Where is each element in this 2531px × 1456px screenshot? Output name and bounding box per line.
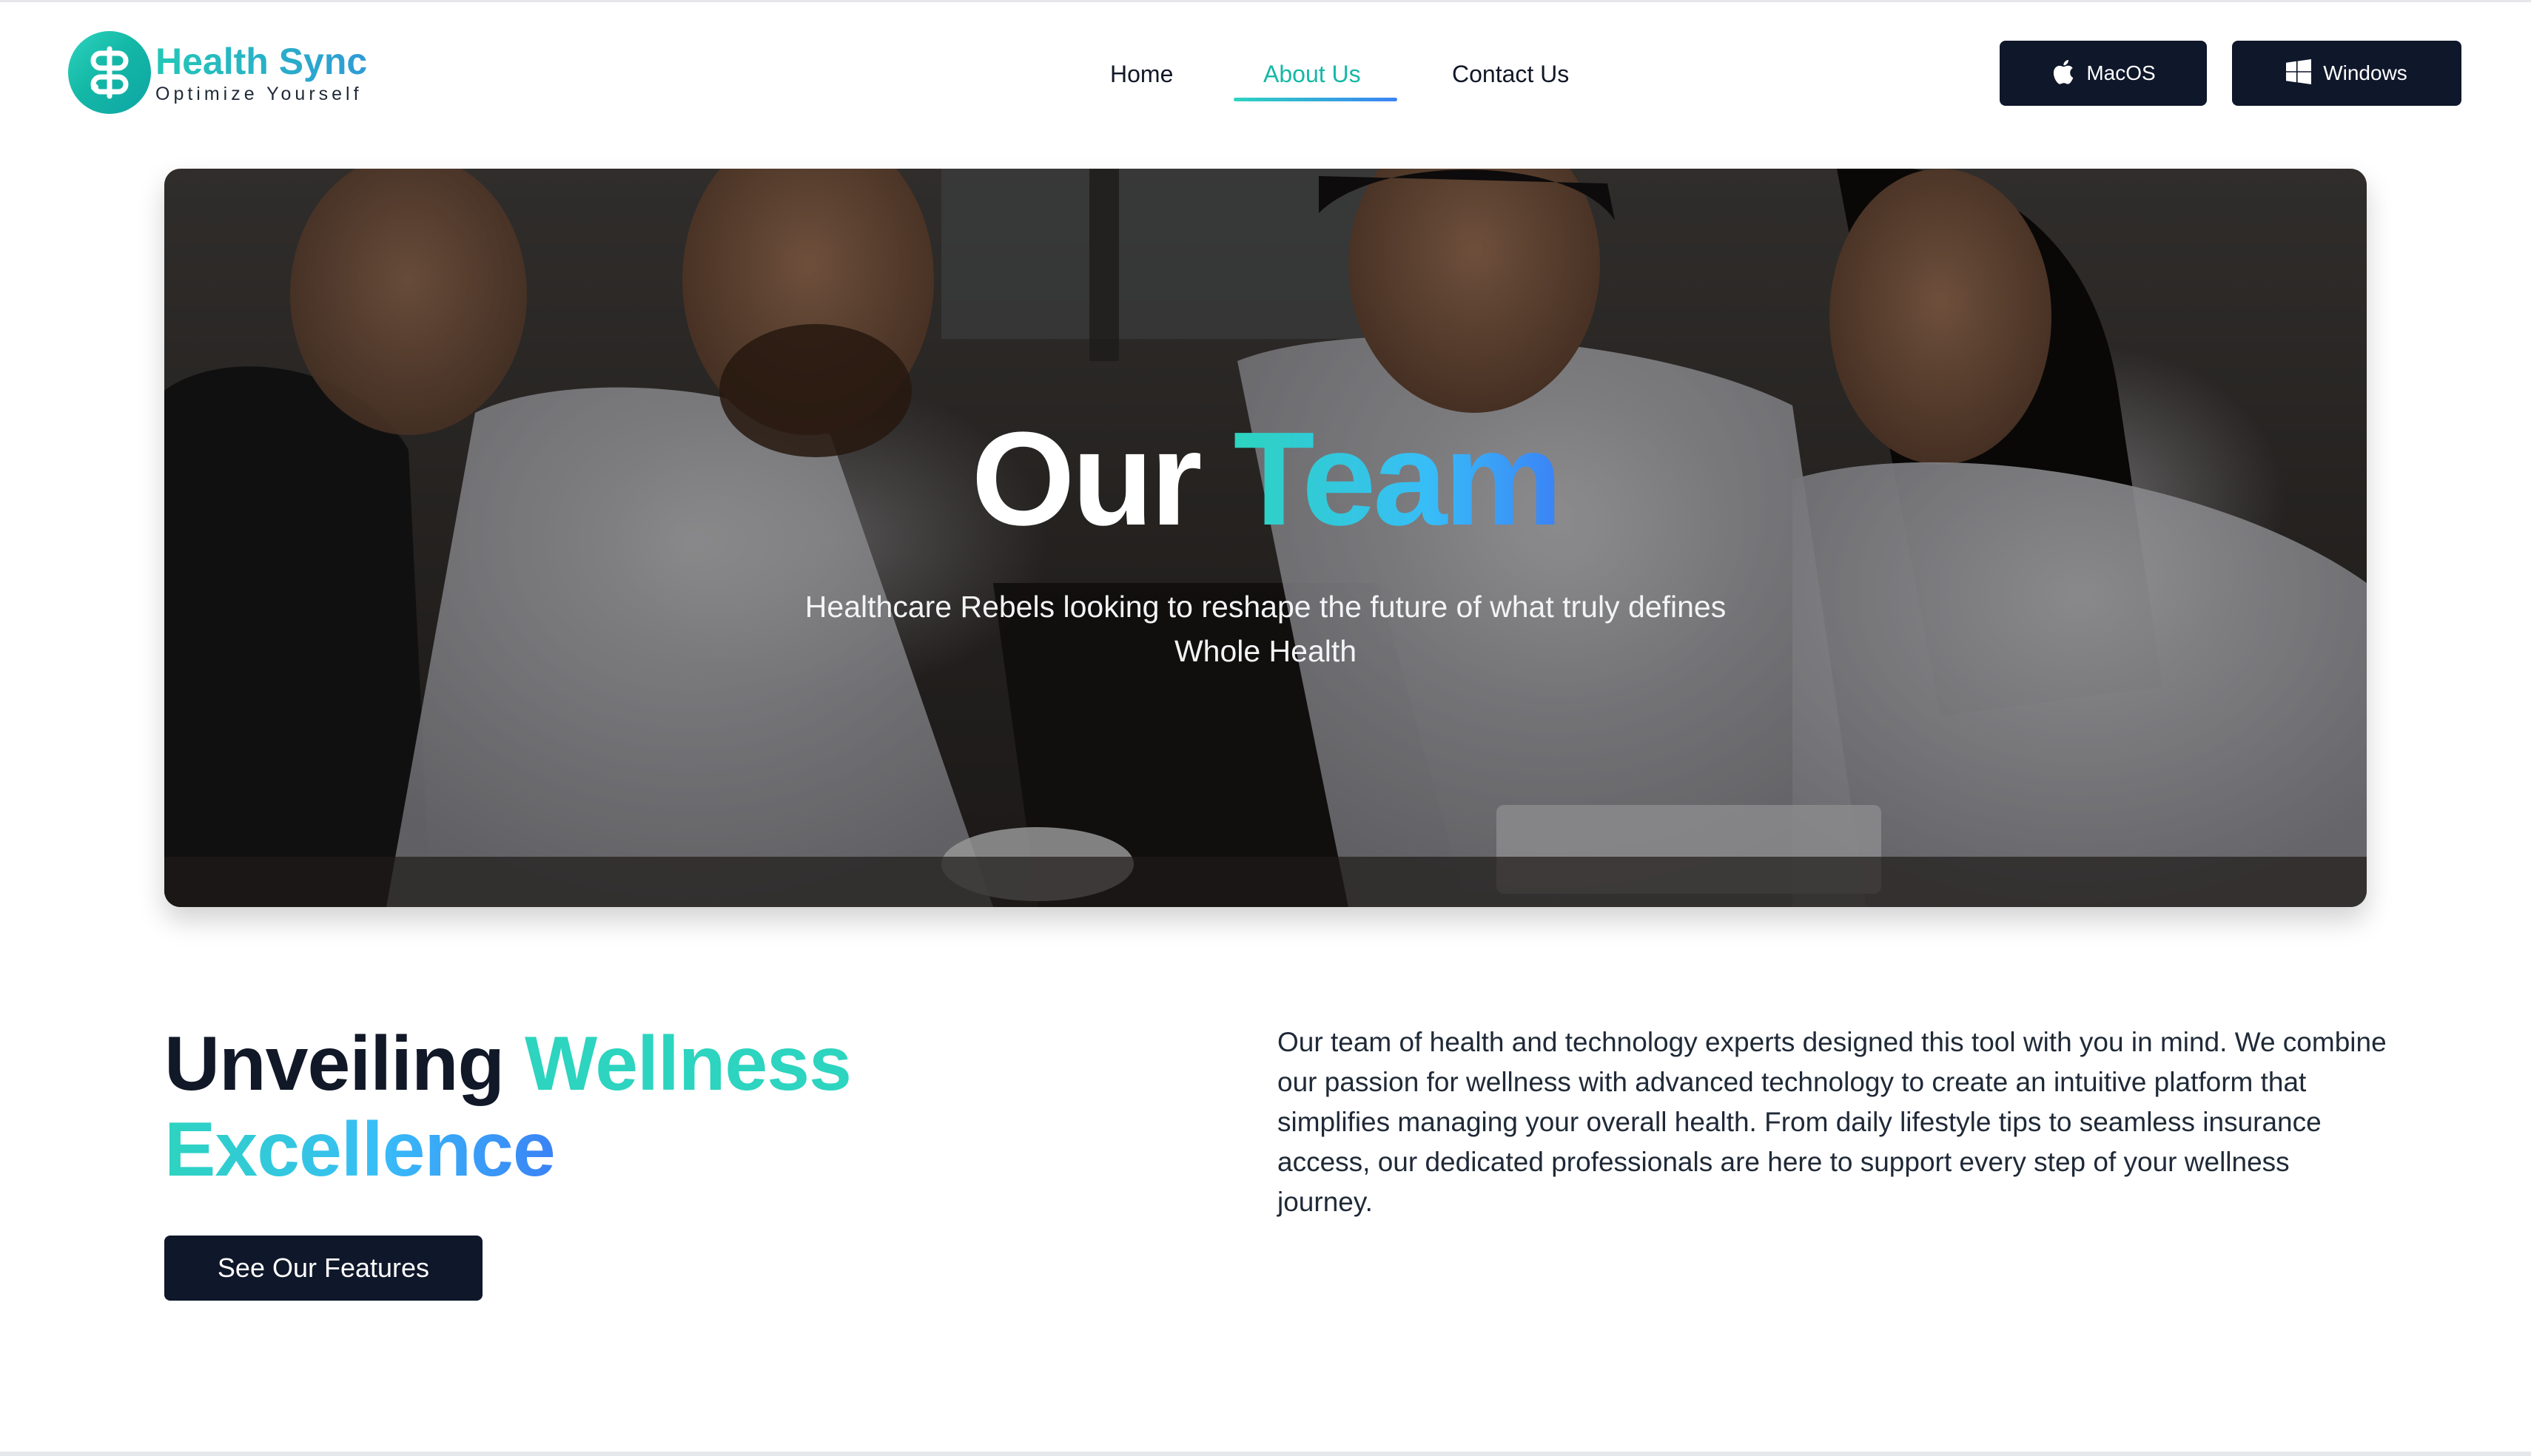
see-our-features-button[interactable]: See Our Features (164, 1236, 483, 1301)
windows-label: Windows (2323, 61, 2407, 84)
windows-icon (2286, 58, 2312, 88)
intro-paragraph: Our team of health and technology expert… (1277, 1027, 2387, 1217)
active-nav-indicator (1234, 98, 1397, 101)
nav-contact-us[interactable]: Contact Us (1452, 56, 1569, 92)
nav-about-us[interactable]: About Us (1263, 56, 1361, 92)
download-macos-button[interactable]: MacOS (2000, 41, 2207, 106)
download-windows-button[interactable]: Windows (2232, 41, 2461, 106)
hero-subtitle: Healthcare Rebels looking to reshape the… (804, 590, 1727, 668)
heading-word-excellence: Excellence (164, 1107, 556, 1193)
hero-title-team: Team (1233, 405, 1563, 553)
heading-word-wellness: Wellness (524, 1021, 852, 1107)
apple-icon (2051, 58, 2074, 89)
nav-home[interactable]: Home (1110, 56, 1173, 92)
heading-word-unveiling: Unveiling (164, 1021, 505, 1107)
bottom-divider (0, 1452, 2531, 1456)
site-header: Health Sync Optimize Yourself Home About… (0, 0, 2531, 148)
hero-title: Our Team (164, 405, 2367, 553)
section-heading: Unveiling Wellness Excellence (164, 1021, 1126, 1193)
macos-label: MacOS (2086, 61, 2156, 84)
hero-banner: Our Team Healthcare Rebels looking to re… (164, 169, 2367, 907)
hero-title-our: Our (971, 405, 1203, 553)
